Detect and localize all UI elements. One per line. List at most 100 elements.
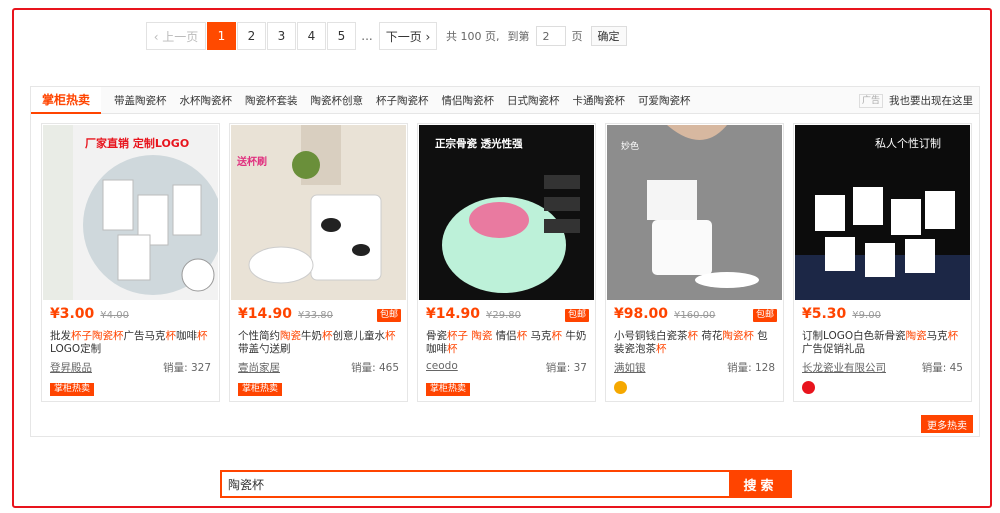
title-segment: 情侣 (492, 330, 517, 342)
pagination: ‹ 上一页 1 2 3 4 5 ... 下一页 › 共 100 页, 到第 页 … (146, 22, 627, 50)
svg-text:厂家直销 定制LOGO: 厂家直销 定制LOGO (85, 136, 189, 150)
shop-name-link[interactable]: 长龙瓷业有限公司 (802, 360, 886, 375)
sales-count: 销量: 45 (921, 362, 963, 374)
tab-category[interactable]: 可爱陶瓷杯 (638, 93, 691, 108)
title-segment: 广告促销礼品 (802, 343, 865, 355)
sales-count: 销量: 327 (163, 362, 211, 374)
title-segment: 马克 (926, 330, 948, 342)
product-card[interactable]: 厂家直销 定制LOGO ¥3.00 ¥4.00 批发杯子陶瓷杯广告马克杯咖啡杯LO… (41, 123, 220, 402)
product-old-price: ¥160.00 (674, 310, 716, 321)
product-card[interactable]: 妙色 ¥98.00 ¥160.00 包邮小号铜钱白瓷茶杯 荷花陶瓷杯 包装瓷泡茶杯… (605, 123, 784, 402)
total-pages-label: 共 100 页, (446, 30, 500, 43)
free-shipping-badge: 包邮 (752, 309, 777, 322)
product-image[interactable]: 妙色 (607, 125, 782, 300)
badge-row: 掌柜热卖 (50, 381, 95, 396)
title-segment: LOGO定制 (50, 343, 102, 355)
product-image[interactable]: 正宗骨瓷 透光性强 (419, 125, 594, 300)
shop-row: 壹尚家居 销量: 465 (238, 360, 399, 375)
ad-text: 我也要出现在这里 (889, 95, 973, 107)
shop-name-link[interactable]: 满如银 (614, 360, 646, 375)
page-4-button[interactable]: 4 (297, 22, 326, 50)
page-1-button[interactable]: 1 (207, 22, 236, 50)
prev-page-button[interactable]: ‹ 上一页 (146, 22, 206, 50)
hot-seller-badge: 掌柜热卖 (426, 383, 471, 396)
tab-category[interactable]: 带盖陶瓷杯 (114, 93, 167, 108)
title-segment: 杯 (385, 330, 396, 342)
tab-main-hot[interactable]: 掌柜热卖 (31, 86, 101, 114)
search-button[interactable]: 搜索 (729, 470, 792, 498)
tab-category[interactable]: 卡通陶瓷杯 (573, 93, 626, 108)
shop-level-icon (802, 381, 815, 394)
title-segment: 陶瓷 (471, 330, 493, 342)
shop-name-link[interactable]: ceodo (426, 360, 458, 375)
product-title[interactable]: 小号铜钱白瓷茶杯 荷花陶瓷杯 包装瓷泡茶杯 (614, 330, 777, 356)
product-image[interactable]: 私人个性订制 (795, 125, 970, 300)
product-image[interactable]: 厂家直销 定制LOGO (43, 125, 218, 300)
shop-row: 满如银 销量: 128 (614, 360, 775, 375)
svg-text:送杯刷: 送杯刷 (236, 155, 267, 168)
product-title[interactable]: 批发杯子陶瓷杯广告马克杯咖啡杯LOGO定制 (50, 330, 213, 356)
tab-category[interactable]: 杯子陶瓷杯 (376, 93, 429, 108)
search-bar: 搜索 (220, 470, 792, 498)
title-segment: 小号铜钱白瓷茶 (614, 330, 688, 342)
product-old-price: ¥9.00 (852, 310, 881, 321)
tab-category[interactable]: 情侣陶瓷杯 (442, 93, 495, 108)
product-price: ¥98.00 (614, 306, 669, 322)
page-unit-label: 页 (571, 30, 583, 43)
goto-confirm-button[interactable]: 确定 (590, 26, 627, 46)
page-3-button[interactable]: 3 (267, 22, 296, 50)
hot-tabbar: 掌柜热卖 带盖陶瓷杯 水杯陶瓷杯 陶瓷杯套装 陶瓷杯创意 杯子陶瓷杯 情侣陶瓷杯… (31, 86, 979, 114)
title-segment: 批发 (50, 330, 71, 342)
title-segment: 杯 (947, 330, 959, 342)
hot-sale-panel: 掌柜热卖 带盖陶瓷杯 水杯陶瓷杯 陶瓷杯套装 陶瓷杯创意 杯子陶瓷杯 情侣陶瓷杯… (30, 86, 980, 437)
svg-text:正宗骨瓷 透光性强: 正宗骨瓷 透光性强 (435, 137, 523, 150)
price-row: ¥3.00 ¥4.00 (50, 306, 213, 324)
product-card[interactable]: 私人个性订制 ¥5.30 ¥9.00 订制LOGO白色新骨瓷陶瓷马克杯广告促销礼品… (793, 123, 972, 402)
product-card[interactable]: 送杯刷 ¥14.90 ¥33.80 包邮 个性简约陶瓷牛奶杯创意儿童水杯带盖勺送刷 … (229, 123, 408, 402)
product-card[interactable]: 正宗骨瓷 透光性强 ¥14.90 ¥29.80 包邮 骨瓷杯子 陶瓷 情侣杯 马克杯… (417, 123, 596, 402)
svg-text:妙色: 妙色 (621, 140, 639, 152)
product-old-price: ¥33.80 (298, 310, 334, 321)
tab-category[interactable]: 陶瓷杯创意 (311, 93, 364, 108)
badge-row (802, 381, 815, 395)
tab-category[interactable]: 日式陶瓷杯 (507, 93, 560, 108)
product-title[interactable]: 骨瓷杯子 陶瓷 情侣杯 马克杯 牛奶咖啡杯 (426, 330, 589, 356)
shop-row: ceodo 销量: 37 (426, 360, 587, 375)
shop-level-icon (614, 381, 627, 394)
product-image[interactable]: 送杯刷 (231, 125, 406, 300)
tab-category[interactable]: 水杯陶瓷杯 (180, 93, 233, 108)
shop-name-link[interactable]: 登昇殿品 (50, 360, 92, 375)
goto-page-input[interactable] (535, 26, 566, 46)
more-hot-button[interactable]: 更多热卖 (921, 415, 973, 433)
svg-text:私人个性订制: 私人个性订制 (875, 136, 941, 150)
title-segment: 杯 (447, 343, 458, 355)
product-old-price: ¥4.00 (100, 310, 129, 321)
title-segment: 陶瓷杯 (722, 330, 754, 342)
product-old-price: ¥29.80 (486, 310, 522, 321)
next-page-button[interactable]: 下一页 › (379, 22, 437, 50)
price-row: ¥14.90 ¥29.80 包邮 (426, 306, 589, 324)
page-5-button[interactable]: 5 (327, 22, 356, 50)
shop-row: 长龙瓷业有限公司 销量: 45 (802, 360, 963, 375)
product-title[interactable]: 订制LOGO白色新骨瓷陶瓷马克杯广告促销礼品 (802, 330, 965, 356)
sales-count: 销量: 465 (351, 362, 399, 374)
free-shipping-badge: 包邮 (564, 309, 589, 322)
title-segment: 杯子 (71, 330, 92, 342)
tab-category[interactable]: 陶瓷杯套装 (245, 93, 298, 108)
badge-row: 掌柜热卖 (238, 381, 283, 396)
ad-tag: 广告 (858, 93, 883, 108)
page-2-button[interactable]: 2 (237, 22, 266, 50)
search-input[interactable] (220, 470, 729, 498)
hot-seller-badge: 掌柜热卖 (50, 383, 95, 396)
title-segment: 广告马克 (123, 330, 166, 342)
ad-slot-link[interactable]: 广告 我也要出现在这里 (858, 87, 973, 114)
goto-label: 到第 (507, 30, 530, 43)
hot-seller-badge: 掌柜热卖 (238, 383, 283, 396)
title-segment: 创意儿童水 (332, 330, 386, 342)
product-title[interactable]: 个性简约陶瓷牛奶杯创意儿童水杯带盖勺送刷 (238, 330, 401, 356)
title-segment: 带盖勺送刷 (238, 343, 291, 355)
shop-name-link[interactable]: 壹尚家居 (238, 360, 280, 375)
title-segment: 杯 (656, 343, 667, 355)
product-price: ¥14.90 (426, 306, 481, 322)
sales-count: 销量: 37 (545, 362, 587, 374)
